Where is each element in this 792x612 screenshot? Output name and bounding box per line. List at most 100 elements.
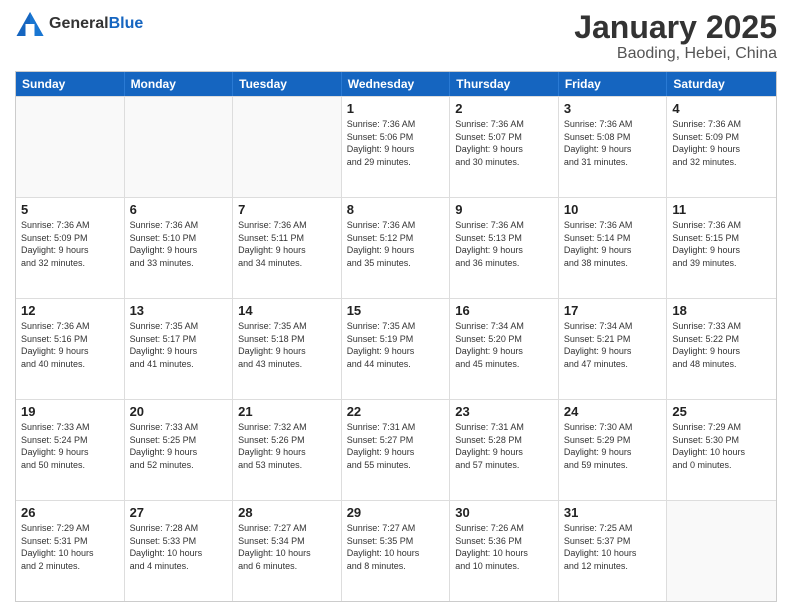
cell-line: Sunset: 5:15 PM [672,232,771,245]
cell-line: and 53 minutes. [238,459,336,472]
day-number: 2 [455,101,553,116]
cal-cell: 31Sunrise: 7:25 AMSunset: 5:37 PMDayligh… [559,501,668,601]
cell-details: Sunrise: 7:33 AMSunset: 5:25 PMDaylight:… [130,421,228,471]
cell-line: Daylight: 9 hours [21,446,119,459]
day-number: 27 [130,505,228,520]
cell-line: and 34 minutes. [238,257,336,270]
cell-line: Daylight: 9 hours [564,143,662,156]
cal-cell: 2Sunrise: 7:36 AMSunset: 5:07 PMDaylight… [450,97,559,197]
day-number: 8 [347,202,445,217]
cell-line: Sunset: 5:35 PM [347,535,445,548]
cal-cell: 19Sunrise: 7:33 AMSunset: 5:24 PMDayligh… [16,400,125,500]
cell-line: Daylight: 9 hours [455,244,553,257]
cell-line: Sunrise: 7:36 AM [347,219,445,232]
cell-line: Daylight: 9 hours [130,345,228,358]
cell-line: Sunrise: 7:25 AM [564,522,662,535]
cell-line: Daylight: 10 hours [672,446,771,459]
cell-line: and 40 minutes. [21,358,119,371]
cell-line: and 55 minutes. [347,459,445,472]
cal-cell: 14Sunrise: 7:35 AMSunset: 5:18 PMDayligh… [233,299,342,399]
cell-line: and 30 minutes. [455,156,553,169]
cell-details: Sunrise: 7:36 AMSunset: 5:06 PMDaylight:… [347,118,445,168]
cell-line: and 57 minutes. [455,459,553,472]
cell-line: and 6 minutes. [238,560,336,573]
cell-details: Sunrise: 7:31 AMSunset: 5:28 PMDaylight:… [455,421,553,471]
day-number: 13 [130,303,228,318]
cal-cell: 22Sunrise: 7:31 AMSunset: 5:27 PMDayligh… [342,400,451,500]
day-number: 23 [455,404,553,419]
header: GeneralBlue January 2025 Baoding, Hebei,… [15,10,777,63]
cell-line: Sunrise: 7:36 AM [21,320,119,333]
cal-cell [16,97,125,197]
cal-cell: 17Sunrise: 7:34 AMSunset: 5:21 PMDayligh… [559,299,668,399]
cell-details: Sunrise: 7:36 AMSunset: 5:09 PMDaylight:… [21,219,119,269]
day-number: 4 [672,101,771,116]
cal-cell: 16Sunrise: 7:34 AMSunset: 5:20 PMDayligh… [450,299,559,399]
cell-details: Sunrise: 7:31 AMSunset: 5:27 PMDaylight:… [347,421,445,471]
cell-line: Daylight: 10 hours [564,547,662,560]
cell-line: Sunrise: 7:36 AM [455,118,553,131]
cell-line: and 59 minutes. [564,459,662,472]
cal-cell: 1Sunrise: 7:36 AMSunset: 5:06 PMDaylight… [342,97,451,197]
cell-line: Sunset: 5:13 PM [455,232,553,245]
cell-details: Sunrise: 7:26 AMSunset: 5:36 PMDaylight:… [455,522,553,572]
cell-line: Daylight: 10 hours [130,547,228,560]
logo-icon [15,10,45,38]
cal-cell: 21 Sunrise: 7:32 AMSunset: 5:26 PMDayligh… [233,400,342,500]
cell-line: and 36 minutes. [455,257,553,270]
cal-cell: 7 Sunrise: 7:36 AMSunset: 5:11 PMDaylight… [233,198,342,298]
day-number: 7 [238,202,336,217]
cal-cell: 28 Sunrise: 7:27 AMSunset: 5:34 PMDayligh… [233,501,342,601]
cell-details: Sunrise: 7:36 AMSunset: 5:11 PMDaylight:… [238,219,336,269]
cell-line: Sunrise: 7:30 AM [564,421,662,434]
cell-line: and 32 minutes. [672,156,771,169]
cell-line: and 31 minutes. [564,156,662,169]
day-number: 24 [564,404,662,419]
cell-details: Sunrise: 7:27 AMSunset: 5:35 PMDaylight:… [347,522,445,572]
week-row-4: 19Sunrise: 7:33 AMSunset: 5:24 PMDayligh… [16,399,776,500]
cal-cell: 26Sunrise: 7:29 AMSunset: 5:31 PMDayligh… [16,501,125,601]
cell-details: Sunrise: 7:32 AMSunset: 5:26 PMDaylight:… [238,421,336,471]
cell-details: Sunrise: 7:35 AMSunset: 5:19 PMDaylight:… [347,320,445,370]
cell-line: Sunrise: 7:27 AM [238,522,336,535]
cell-line: Sunrise: 7:36 AM [130,219,228,232]
cal-cell: 18Sunrise: 7:33 AMSunset: 5:22 PMDayligh… [667,299,776,399]
page: GeneralBlue January 2025 Baoding, Hebei,… [0,0,792,612]
cell-line: Daylight: 9 hours [347,345,445,358]
cell-line: Sunset: 5:29 PM [564,434,662,447]
cal-cell: 6Sunrise: 7:36 AMSunset: 5:10 PMDaylight… [125,198,234,298]
cal-cell: 13Sunrise: 7:35 AMSunset: 5:17 PMDayligh… [125,299,234,399]
cal-cell: 20Sunrise: 7:33 AMSunset: 5:25 PMDayligh… [125,400,234,500]
cal-cell: 5 Sunrise: 7:36 AMSunset: 5:09 PMDaylight… [16,198,125,298]
cell-details: Sunrise: 7:36 AMSunset: 5:12 PMDaylight:… [347,219,445,269]
day-number: 9 [455,202,553,217]
day-number: 21 [238,404,336,419]
cell-line: and 50 minutes. [21,459,119,472]
cell-details: Sunrise: 7:34 AMSunset: 5:20 PMDaylight:… [455,320,553,370]
cell-line: Sunrise: 7:33 AM [672,320,771,333]
cell-line: Sunrise: 7:31 AM [347,421,445,434]
day-number: 17 [564,303,662,318]
cell-details: Sunrise: 7:36 AMSunset: 5:10 PMDaylight:… [130,219,228,269]
day-number: 29 [347,505,445,520]
day-number: 10 [564,202,662,217]
cell-line: Sunset: 5:20 PM [455,333,553,346]
cell-line: Daylight: 9 hours [672,244,771,257]
cal-cell [233,97,342,197]
cell-line: Daylight: 10 hours [21,547,119,560]
cell-line: Sunset: 5:19 PM [347,333,445,346]
cell-line: Sunset: 5:28 PM [455,434,553,447]
cell-line: Daylight: 9 hours [672,143,771,156]
cell-line: Daylight: 9 hours [21,345,119,358]
cell-line: Sunrise: 7:28 AM [130,522,228,535]
day-number: 19 [21,404,119,419]
day-number: 28 [238,505,336,520]
cell-line: Daylight: 9 hours [347,143,445,156]
cell-line: Daylight: 9 hours [564,345,662,358]
day-number: 5 [21,202,119,217]
cell-line: and 41 minutes. [130,358,228,371]
cell-details: Sunrise: 7:27 AMSunset: 5:34 PMDaylight:… [238,522,336,572]
cell-line: Sunrise: 7:36 AM [564,219,662,232]
cell-line: Sunset: 5:18 PM [238,333,336,346]
cell-line: and 35 minutes. [347,257,445,270]
